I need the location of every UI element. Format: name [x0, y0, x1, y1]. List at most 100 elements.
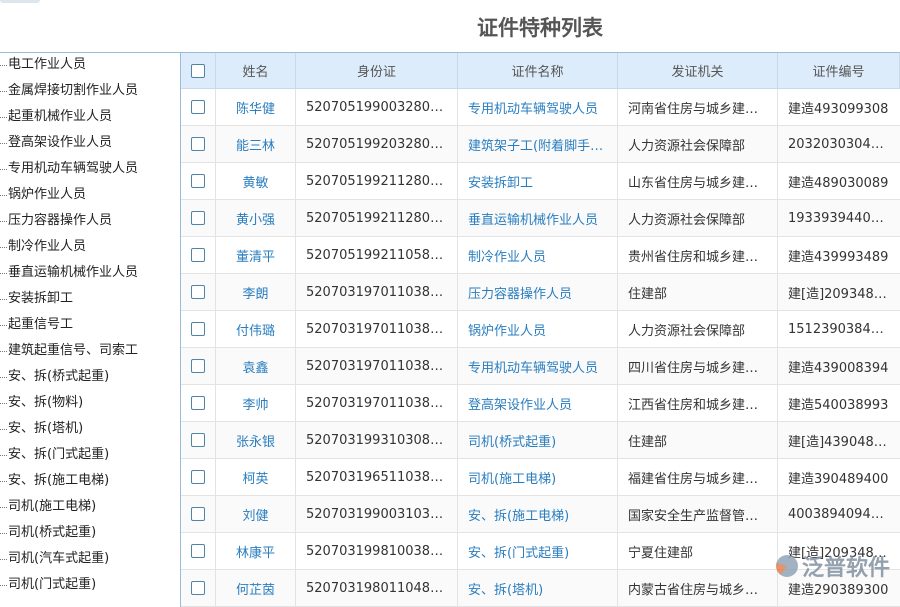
- select-all-checkbox[interactable]: [191, 64, 205, 78]
- tree-item[interactable]: 起重信号工: [0, 313, 180, 339]
- cell-cert-name[interactable]: 安装拆卸工: [468, 172, 533, 191]
- cell-name[interactable]: 袁鑫: [242, 357, 268, 376]
- cell-cert-name[interactable]: 安、拆(塔机): [468, 579, 543, 598]
- cell-name[interactable]: 陈华健: [236, 98, 275, 117]
- cell-cert-number: 建造439008394: [788, 357, 888, 376]
- tree-item[interactable]: 司机(施工电梯): [0, 495, 180, 521]
- tree-item[interactable]: 安、拆(物料): [0, 391, 180, 417]
- table-row[interactable]: 陈华健520705199003280495专用机动车辆驾驶人员河南省住房与城乡建…: [181, 89, 900, 126]
- tree-item[interactable]: 司机(汽车式起重): [0, 547, 180, 573]
- cell-id-card: 520703197011038495: [306, 285, 447, 300]
- tree-item[interactable]: 金属焊接切割作业人员: [0, 79, 180, 105]
- row-checkbox[interactable]: [191, 322, 205, 336]
- cell-cert-name[interactable]: 压力容器操作人员: [468, 283, 572, 302]
- cell-issuer: 人力资源社会保障部: [628, 209, 745, 228]
- cell-name[interactable]: 张永银: [236, 431, 275, 450]
- cell-name[interactable]: 黄小强: [236, 209, 275, 228]
- row-checkbox[interactable]: [191, 248, 205, 262]
- header-cert-name[interactable]: 证件名称: [458, 53, 618, 88]
- row-checkbox[interactable]: [191, 211, 205, 225]
- table-row[interactable]: 刘健520703199003103839安、拆(施工电梯)国家安全生产监督管理总…: [181, 496, 900, 533]
- cell-id-card: 520703197011038495: [306, 396, 447, 411]
- cell-name[interactable]: 刘健: [242, 505, 268, 524]
- cell-name[interactable]: 柯英: [242, 468, 268, 487]
- table-row[interactable]: 黄敏520705199211280495安装拆卸工山东省住房与城乡建设厅建造48…: [181, 163, 900, 200]
- tree-item[interactable]: 制冷作业人员: [0, 235, 180, 261]
- tree-item[interactable]: 安、拆(门式起重): [0, 443, 180, 469]
- cell-cert-name[interactable]: 司机(桥式起重): [468, 431, 556, 450]
- tree-item[interactable]: 司机(门式起重): [0, 573, 180, 599]
- cell-cert-number: 建[造]43904800: [788, 431, 890, 450]
- cell-cert-name[interactable]: 登高架设作业人员: [468, 394, 572, 413]
- cell-id-card: 520703198011048495: [306, 581, 447, 596]
- cell-cert-name[interactable]: 建筑架子工(附着脚手架): [468, 135, 607, 154]
- tree-item[interactable]: 电工作业人员: [0, 53, 180, 79]
- top-tab[interactable]: [0, 0, 40, 3]
- row-checkbox[interactable]: [191, 433, 205, 447]
- tree-item[interactable]: 压力容器操作人员: [0, 209, 180, 235]
- tree-item[interactable]: 安装拆卸工: [0, 287, 180, 313]
- tree-item[interactable]: 建筑起重信号、司索工: [0, 339, 180, 365]
- cell-name[interactable]: 黄敏: [242, 172, 268, 191]
- cell-name[interactable]: 董清平: [236, 246, 275, 265]
- header-name[interactable]: 姓名: [216, 53, 296, 88]
- table-row[interactable]: 黄小强 520705199211280495 垂直运输机械作业人员 人力资源社会保障部…: [181, 200, 900, 237]
- cell-name[interactable]: 李帅: [242, 394, 268, 413]
- cell-cert-name[interactable]: 制冷作业人员: [468, 246, 546, 265]
- cell-name[interactable]: 何芷茵: [236, 579, 275, 598]
- cell-cert-name[interactable]: 专用机动车辆驾驶人员: [468, 357, 598, 376]
- row-checkbox[interactable]: [191, 470, 205, 484]
- cell-cert-name[interactable]: 垂直运输机械作业人员: [468, 209, 598, 228]
- cell-issuer: 住建部: [628, 431, 667, 450]
- cell-name[interactable]: 能三林: [236, 135, 275, 154]
- table-row[interactable]: 付伟璐520703197011038495锅炉作业人员人力资源社会保障部1512…: [181, 311, 900, 348]
- cell-cert-name[interactable]: 安、拆(施工电梯): [468, 505, 569, 524]
- header-issuer[interactable]: 发证机关: [618, 53, 778, 88]
- cell-cert-name[interactable]: 锅炉作业人员: [468, 320, 546, 339]
- tree-item[interactable]: 垂直运输机械作业人员: [0, 261, 180, 287]
- cell-issuer: 内蒙古省住房与城乡建设厅: [628, 579, 767, 598]
- row-checkbox[interactable]: [191, 137, 205, 151]
- tree-item[interactable]: 司机(桥式起重): [0, 521, 180, 547]
- cell-id-card: 520705199211280495: [306, 211, 447, 226]
- header-cert-number[interactable]: 证件编号: [778, 53, 900, 88]
- cell-cert-number: 建造390489400: [788, 468, 888, 487]
- cell-issuer: 国家安全生产监督管理总局: [628, 505, 767, 524]
- table-row[interactable]: 柯英520703196511038309司机(施工电梯)福建省住房与城乡建设厅建…: [181, 459, 900, 496]
- table-row[interactable]: 能三林520705199203280495建筑架子工(附着脚手架)人力资源社会保…: [181, 126, 900, 163]
- cell-cert-name[interactable]: 司机(施工电梯): [468, 468, 556, 487]
- tree-item[interactable]: 锅炉作业人员: [0, 183, 180, 209]
- tree-item[interactable]: 安、拆(施工电梯): [0, 469, 180, 495]
- row-checkbox[interactable]: [191, 359, 205, 373]
- cell-cert-name[interactable]: 专用机动车辆驾驶人员: [468, 98, 598, 117]
- cell-name[interactable]: 林康平: [236, 542, 275, 561]
- tree-item[interactable]: 登高架设作业人员: [0, 131, 180, 157]
- cell-id-card: 520703199310308495: [306, 433, 447, 448]
- table-row[interactable]: 董清平520705199211058495制冷作业人员贵州省住房和城乡建设厅建造…: [181, 237, 900, 274]
- cell-name[interactable]: 付伟璐: [236, 320, 275, 339]
- cell-cert-number: 151239038489...: [788, 322, 890, 337]
- row-checkbox[interactable]: [191, 285, 205, 299]
- table-row[interactable]: 袁鑫520703197011038495专用机动车辆驾驶人员四川省住房与城乡建设…: [181, 348, 900, 385]
- tree-item[interactable]: 安、拆(桥式起重): [0, 365, 180, 391]
- row-checkbox[interactable]: [191, 507, 205, 521]
- cell-id-card: 520705199203280495: [306, 137, 447, 152]
- tree-item[interactable]: 安、拆(塔机): [0, 417, 180, 443]
- table-row[interactable]: 李朗520703197011038495压力容器操作人员住建部建[造]20934…: [181, 274, 900, 311]
- cell-id-card: 520705199003280495: [306, 100, 447, 115]
- row-checkbox[interactable]: [191, 581, 205, 595]
- cell-cert-number: 建造439993489: [788, 246, 888, 265]
- tree-item[interactable]: 专用机动车辆驾驶人员: [0, 157, 180, 183]
- table-row[interactable]: 张永银 520703199310308495 司机(桥式起重) 住建部 建[造]4390…: [181, 422, 900, 459]
- table-row[interactable]: 李帅520703197011038495登高架设作业人员江西省住房和城乡建设厅建…: [181, 385, 900, 422]
- row-checkbox[interactable]: [191, 396, 205, 410]
- cell-cert-name[interactable]: 安、拆(门式起重): [468, 542, 569, 561]
- row-checkbox[interactable]: [191, 544, 205, 558]
- header-id-card[interactable]: 身份证: [296, 53, 458, 88]
- row-checkbox[interactable]: [191, 100, 205, 114]
- tree-item[interactable]: 起重机械作业人员: [0, 105, 180, 131]
- cell-issuer: 福建省住房与城乡建设厅: [628, 468, 767, 487]
- cell-issuer: 贵州省住房和城乡建设厅: [628, 246, 767, 265]
- cell-name[interactable]: 李朗: [242, 283, 268, 302]
- row-checkbox[interactable]: [191, 174, 205, 188]
